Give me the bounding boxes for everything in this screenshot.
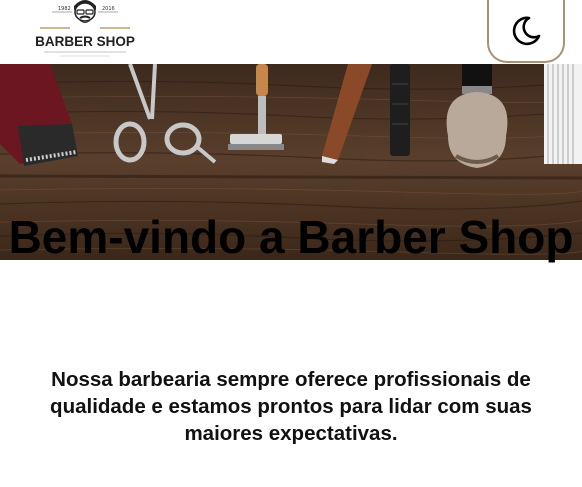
site-header: 1982 2016 BARBER SHOP (0, 0, 582, 64)
page-title: Bem-vindo a Barber Shop (8, 211, 574, 263)
white-comb-icon (544, 64, 582, 164)
logo-year-left: 1982 (58, 6, 71, 12)
logo-year-right: 2016 (102, 6, 115, 12)
intro-text: Nossa barbearia sempre oferece profissio… (50, 368, 532, 445)
comb-icon (390, 64, 410, 156)
barber-shop-logo[interactable]: 1982 2016 BARBER SHOP (30, 0, 140, 62)
moon-icon (512, 16, 541, 45)
logo-name: BARBER SHOP (35, 34, 135, 49)
theme-toggle-button[interactable] (487, 0, 565, 63)
barber-face-icon (74, 0, 96, 23)
